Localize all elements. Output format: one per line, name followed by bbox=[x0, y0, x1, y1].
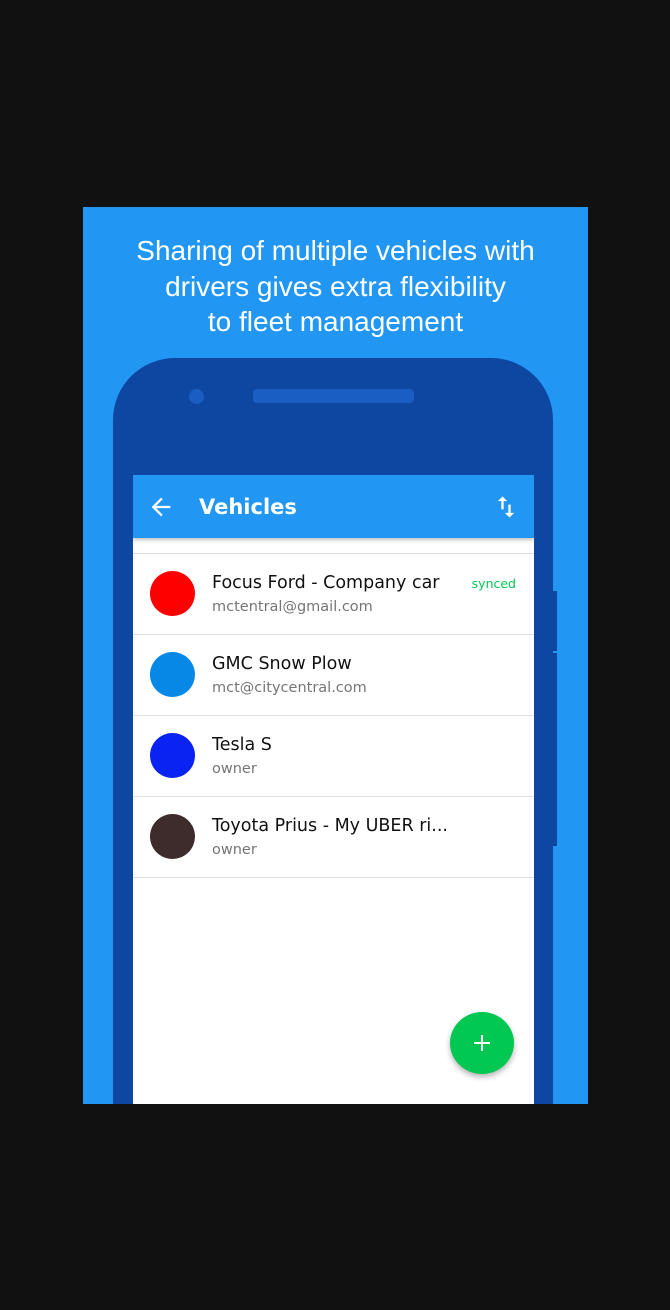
vehicle-color-dot bbox=[150, 814, 195, 859]
vehicle-color-dot bbox=[150, 571, 195, 616]
promo-headline: Sharing of multiple vehicles with driver… bbox=[136, 235, 535, 337]
vehicle-owner: owner bbox=[212, 842, 257, 858]
vehicle-owner: mct@citycentral.com bbox=[212, 680, 367, 696]
camera-dot bbox=[189, 389, 204, 404]
app-bar: Vehicles bbox=[133, 475, 534, 538]
app-screen: Vehicles Focus Ford - Company car mctent… bbox=[133, 475, 534, 1104]
vehicle-color-dot bbox=[150, 652, 195, 697]
add-vehicle-button[interactable] bbox=[450, 1012, 514, 1074]
vehicle-row-gmc-snow-plow[interactable]: GMC Snow Plow mct@citycentral.com bbox=[133, 635, 534, 716]
vehicle-color-dot bbox=[150, 733, 195, 778]
vehicle-list: Focus Ford - Company car mctentral@gmail… bbox=[133, 553, 534, 878]
vehicle-row-toyota-prius[interactable]: Toyota Prius - My UBER ri... owner bbox=[133, 797, 534, 878]
vehicle-name: Toyota Prius - My UBER ri... bbox=[212, 816, 448, 836]
vehicle-name: Focus Ford - Company car bbox=[212, 573, 440, 593]
plus-icon bbox=[474, 1035, 490, 1051]
page-title: Vehicles bbox=[199, 495, 297, 519]
vehicle-name: Tesla S bbox=[212, 735, 272, 755]
vehicle-row-tesla-s[interactable]: Tesla S owner bbox=[133, 716, 534, 797]
vehicle-row-focus-ford[interactable]: Focus Ford - Company car mctentral@gmail… bbox=[133, 554, 534, 635]
sort-arrows-icon[interactable] bbox=[492, 493, 520, 521]
vehicle-owner: owner bbox=[212, 761, 257, 777]
back-arrow-icon[interactable] bbox=[147, 493, 175, 521]
speaker-grille bbox=[253, 389, 414, 403]
phone-frame: Vehicles Focus Ford - Company car mctent… bbox=[113, 358, 557, 1104]
vehicle-name: GMC Snow Plow bbox=[212, 654, 352, 674]
power-button bbox=[553, 713, 557, 846]
sync-status-badge: synced bbox=[471, 576, 516, 591]
vehicle-owner: mctentral@gmail.com bbox=[212, 599, 373, 615]
volume-up-button bbox=[553, 591, 557, 651]
promo-banner: Sharing of multiple vehicles with driver… bbox=[83, 207, 588, 1104]
volume-down-button bbox=[553, 653, 557, 713]
